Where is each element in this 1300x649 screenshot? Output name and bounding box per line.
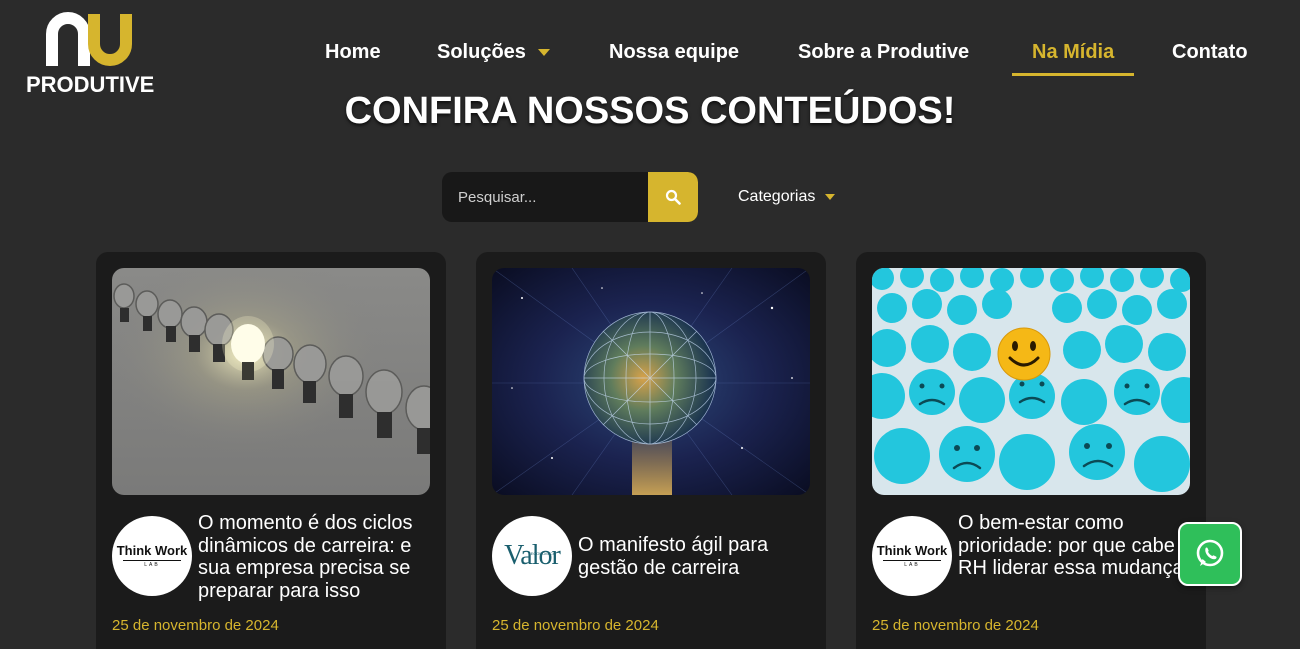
source-logo-valor: Valor ECONÔMICO (492, 516, 572, 596)
nav-item-contato[interactable]: Contato (1172, 30, 1248, 76)
produtive-logo-icon (46, 12, 132, 66)
categories-dropdown[interactable]: Categorias (738, 186, 836, 210)
think-work-logo-text: Think Work (116, 543, 188, 558)
nav-item-solucoes[interactable]: Soluções (437, 30, 550, 76)
categories-label: Categorias (738, 188, 816, 205)
valor-logo-sub: ECONÔMICO (530, 551, 556, 556)
article-card[interactable]: Think Work LAB O momento é dos ciclos di… (96, 252, 446, 649)
article-date: 25 de novembro de 2024 (872, 617, 1039, 634)
valor-logo-text: Valor ECONÔMICO (504, 542, 561, 570)
article-image-globe[interactable] (492, 268, 810, 495)
network-globe-illustration (492, 268, 810, 495)
search-input[interactable] (442, 172, 648, 222)
article-title[interactable]: O manifesto ágil para gestão de carreira (578, 534, 826, 579)
page-title: CONFIRA NOSSOS CONTEÚDOS! (344, 90, 956, 132)
brand-logo[interactable]: PRODUTIVE (26, 12, 154, 98)
think-work-logo-sub: LAB (904, 562, 920, 568)
article-image-lightbulbs[interactable] (112, 268, 430, 495)
search-form (442, 172, 698, 222)
nav-item-sobre[interactable]: Sobre a Produtive (798, 30, 969, 76)
think-work-logo-sub: LAB (144, 562, 160, 568)
main-nav: Home Soluções Nossa equipe Sobre a Produ… (300, 30, 1280, 76)
article-card[interactable]: Think Work LAB O bem-estar como priorida… (856, 252, 1206, 649)
nav-item-solucoes-label: Soluções (437, 41, 526, 63)
think-work-logo-text: Think Work (876, 543, 948, 558)
source-logo-think-work: Think Work LAB (872, 516, 952, 596)
lightbulbs-illustration (112, 268, 430, 495)
smiley-faces-illustration (872, 268, 1190, 495)
nav-item-nossa-equipe[interactable]: Nossa equipe (609, 30, 739, 76)
nav-item-na-midia[interactable]: Na Mídia (1011, 30, 1135, 76)
whatsapp-icon (1196, 539, 1224, 567)
article-date: 25 de novembro de 2024 (492, 617, 659, 634)
article-date: 25 de novembro de 2024 (112, 617, 279, 634)
source-logo-think-work: Think Work LAB (112, 516, 192, 596)
nav-item-home[interactable]: Home (325, 30, 381, 76)
article-image-smiley[interactable] (872, 268, 1190, 495)
search-icon (665, 189, 681, 205)
whatsapp-button[interactable] (1178, 522, 1242, 586)
article-title[interactable]: O momento é dos ciclos dinâmicos de carr… (198, 512, 446, 602)
article-title[interactable]: O bem-estar como prioridade: por que cab… (958, 512, 1206, 580)
article-card[interactable]: Valor ECONÔMICO O manifesto ágil para ge… (476, 252, 826, 649)
chevron-down-icon (537, 49, 550, 57)
logo-divider (883, 560, 941, 561)
chevron-down-icon (825, 193, 836, 200)
logo-divider (123, 560, 181, 561)
search-button[interactable] (648, 172, 698, 222)
